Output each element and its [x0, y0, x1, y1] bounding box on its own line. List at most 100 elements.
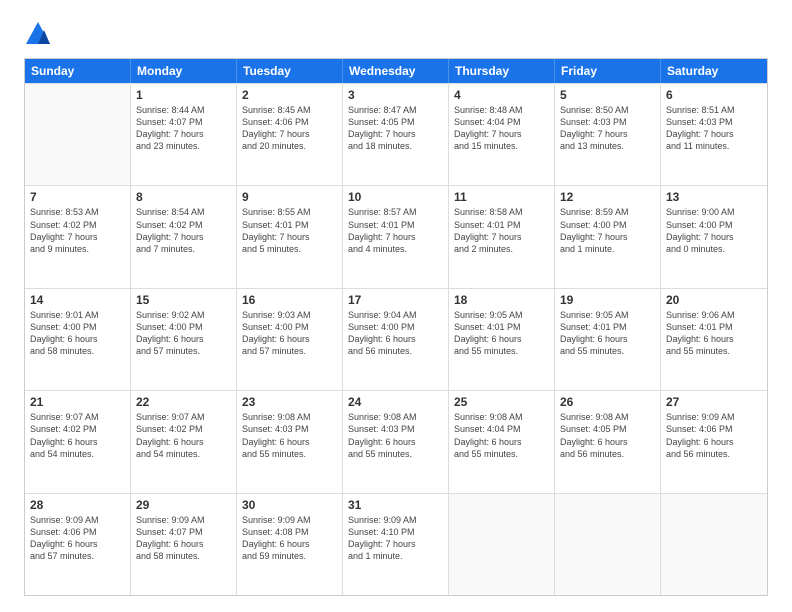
cell-line: Daylight: 6 hours	[348, 436, 443, 448]
calendar-cell: 21Sunrise: 9:07 AMSunset: 4:02 PMDayligh…	[25, 391, 131, 492]
cell-line: Daylight: 7 hours	[348, 128, 443, 140]
logo	[24, 20, 56, 48]
cell-line: and 9 minutes.	[30, 243, 125, 255]
day-number: 15	[136, 293, 231, 307]
day-number: 16	[242, 293, 337, 307]
calendar-cell: 2Sunrise: 8:45 AMSunset: 4:06 PMDaylight…	[237, 84, 343, 185]
cell-line: Sunset: 4:00 PM	[666, 219, 762, 231]
cell-line: Daylight: 7 hours	[454, 128, 549, 140]
cell-line: Sunrise: 8:50 AM	[560, 104, 655, 116]
cell-line: Daylight: 6 hours	[30, 436, 125, 448]
calendar-cell: 27Sunrise: 9:09 AMSunset: 4:06 PMDayligh…	[661, 391, 767, 492]
cell-line: Sunrise: 9:02 AM	[136, 309, 231, 321]
cell-line: Sunset: 4:06 PM	[242, 116, 337, 128]
cell-line: and 55 minutes.	[666, 345, 762, 357]
cell-line: and 7 minutes.	[136, 243, 231, 255]
page: SundayMondayTuesdayWednesdayThursdayFrid…	[0, 0, 792, 612]
cell-line: Daylight: 6 hours	[560, 333, 655, 345]
calendar-cell: 30Sunrise: 9:09 AMSunset: 4:08 PMDayligh…	[237, 494, 343, 595]
cell-line: and 59 minutes.	[242, 550, 337, 562]
cell-line: Sunrise: 9:01 AM	[30, 309, 125, 321]
cell-line: Sunrise: 8:59 AM	[560, 206, 655, 218]
cell-line: Daylight: 6 hours	[136, 538, 231, 550]
cell-line: Daylight: 6 hours	[136, 333, 231, 345]
calendar-row: 21Sunrise: 9:07 AMSunset: 4:02 PMDayligh…	[25, 390, 767, 492]
cell-line: Sunset: 4:02 PM	[30, 423, 125, 435]
cell-line: and 2 minutes.	[454, 243, 549, 255]
cell-line: Sunset: 4:00 PM	[242, 321, 337, 333]
cell-line: Daylight: 7 hours	[560, 128, 655, 140]
cell-line: Sunset: 4:07 PM	[136, 526, 231, 538]
day-number: 9	[242, 190, 337, 204]
cell-line: and 55 minutes.	[242, 448, 337, 460]
cell-line: Daylight: 7 hours	[242, 231, 337, 243]
cell-line: Sunset: 4:08 PM	[242, 526, 337, 538]
header	[24, 20, 768, 48]
day-number: 27	[666, 395, 762, 409]
cell-line: and 1 minute.	[348, 550, 443, 562]
cell-line: Sunrise: 9:04 AM	[348, 309, 443, 321]
cal-header-cell: Friday	[555, 59, 661, 83]
cell-line: and 57 minutes.	[136, 345, 231, 357]
cell-line: Sunset: 4:03 PM	[242, 423, 337, 435]
calendar-cell	[555, 494, 661, 595]
cell-line: Sunset: 4:02 PM	[136, 423, 231, 435]
cell-line: and 58 minutes.	[30, 345, 125, 357]
cal-header-cell: Tuesday	[237, 59, 343, 83]
cell-line: Sunset: 4:01 PM	[454, 219, 549, 231]
cal-header-cell: Wednesday	[343, 59, 449, 83]
cell-line: Sunrise: 9:09 AM	[348, 514, 443, 526]
cell-line: Sunset: 4:00 PM	[30, 321, 125, 333]
cell-line: Daylight: 6 hours	[560, 436, 655, 448]
day-number: 13	[666, 190, 762, 204]
calendar-cell: 8Sunrise: 8:54 AMSunset: 4:02 PMDaylight…	[131, 186, 237, 287]
cell-line: Daylight: 6 hours	[30, 333, 125, 345]
calendar-cell	[25, 84, 131, 185]
cell-line: Daylight: 6 hours	[30, 538, 125, 550]
calendar-cell: 20Sunrise: 9:06 AMSunset: 4:01 PMDayligh…	[661, 289, 767, 390]
cell-line: Sunrise: 9:09 AM	[30, 514, 125, 526]
cell-line: Sunset: 4:00 PM	[348, 321, 443, 333]
cell-line: Daylight: 6 hours	[666, 333, 762, 345]
cell-line: Daylight: 6 hours	[454, 333, 549, 345]
cell-line: Sunrise: 8:51 AM	[666, 104, 762, 116]
calendar: SundayMondayTuesdayWednesdayThursdayFrid…	[24, 58, 768, 596]
day-number: 22	[136, 395, 231, 409]
calendar-cell: 26 Sunrise: 9:08 AMSunset: 4:05 PMDayligh…	[555, 391, 661, 492]
cell-line: Sunset: 4:03 PM	[666, 116, 762, 128]
calendar-cell: 12Sunrise: 8:59 AMSunset: 4:00 PMDayligh…	[555, 186, 661, 287]
cell-line: Sunset: 4:03 PM	[560, 116, 655, 128]
day-number: 8	[136, 190, 231, 204]
cell-line: Daylight: 7 hours	[242, 128, 337, 140]
cell-line: Sunrise: 9:05 AM	[454, 309, 549, 321]
cell-line: Sunset: 4:05 PM	[560, 423, 655, 435]
cell-line: Sunset: 4:04 PM	[454, 423, 549, 435]
cell-line: and 56 minutes.	[666, 448, 762, 460]
calendar-cell: 5Sunrise: 8:50 AMSunset: 4:03 PMDaylight…	[555, 84, 661, 185]
cell-line: and 56 minutes.	[348, 345, 443, 357]
cell-line: Daylight: 7 hours	[454, 231, 549, 243]
cell-line: Sunrise: 9:08 AM	[242, 411, 337, 423]
cell-line: Daylight: 7 hours	[666, 231, 762, 243]
cell-line: and 57 minutes.	[242, 345, 337, 357]
cell-line: Sunrise: 9:08 AM	[560, 411, 655, 423]
cell-line: Sunset: 4:00 PM	[136, 321, 231, 333]
calendar-cell: 18Sunrise: 9:05 AMSunset: 4:01 PMDayligh…	[449, 289, 555, 390]
calendar-cell: 7Sunrise: 8:53 AMSunset: 4:02 PMDaylight…	[25, 186, 131, 287]
day-number: 4	[454, 88, 549, 102]
day-number: 30	[242, 498, 337, 512]
day-number: 26	[560, 395, 655, 409]
cell-line: Daylight: 6 hours	[242, 333, 337, 345]
cell-line: Sunrise: 9:09 AM	[666, 411, 762, 423]
calendar-cell: 9Sunrise: 8:55 AMSunset: 4:01 PMDaylight…	[237, 186, 343, 287]
day-number: 25	[454, 395, 549, 409]
cell-line: Daylight: 7 hours	[348, 538, 443, 550]
calendar-cell: 1Sunrise: 8:44 AMSunset: 4:07 PMDaylight…	[131, 84, 237, 185]
cell-line: and 55 minutes.	[454, 448, 549, 460]
cell-line: Sunrise: 8:47 AM	[348, 104, 443, 116]
cell-line: Sunset: 4:03 PM	[348, 423, 443, 435]
cell-line: and 15 minutes.	[454, 140, 549, 152]
day-number: 28	[30, 498, 125, 512]
cal-header-cell: Saturday	[661, 59, 767, 83]
day-number: 18	[454, 293, 549, 307]
